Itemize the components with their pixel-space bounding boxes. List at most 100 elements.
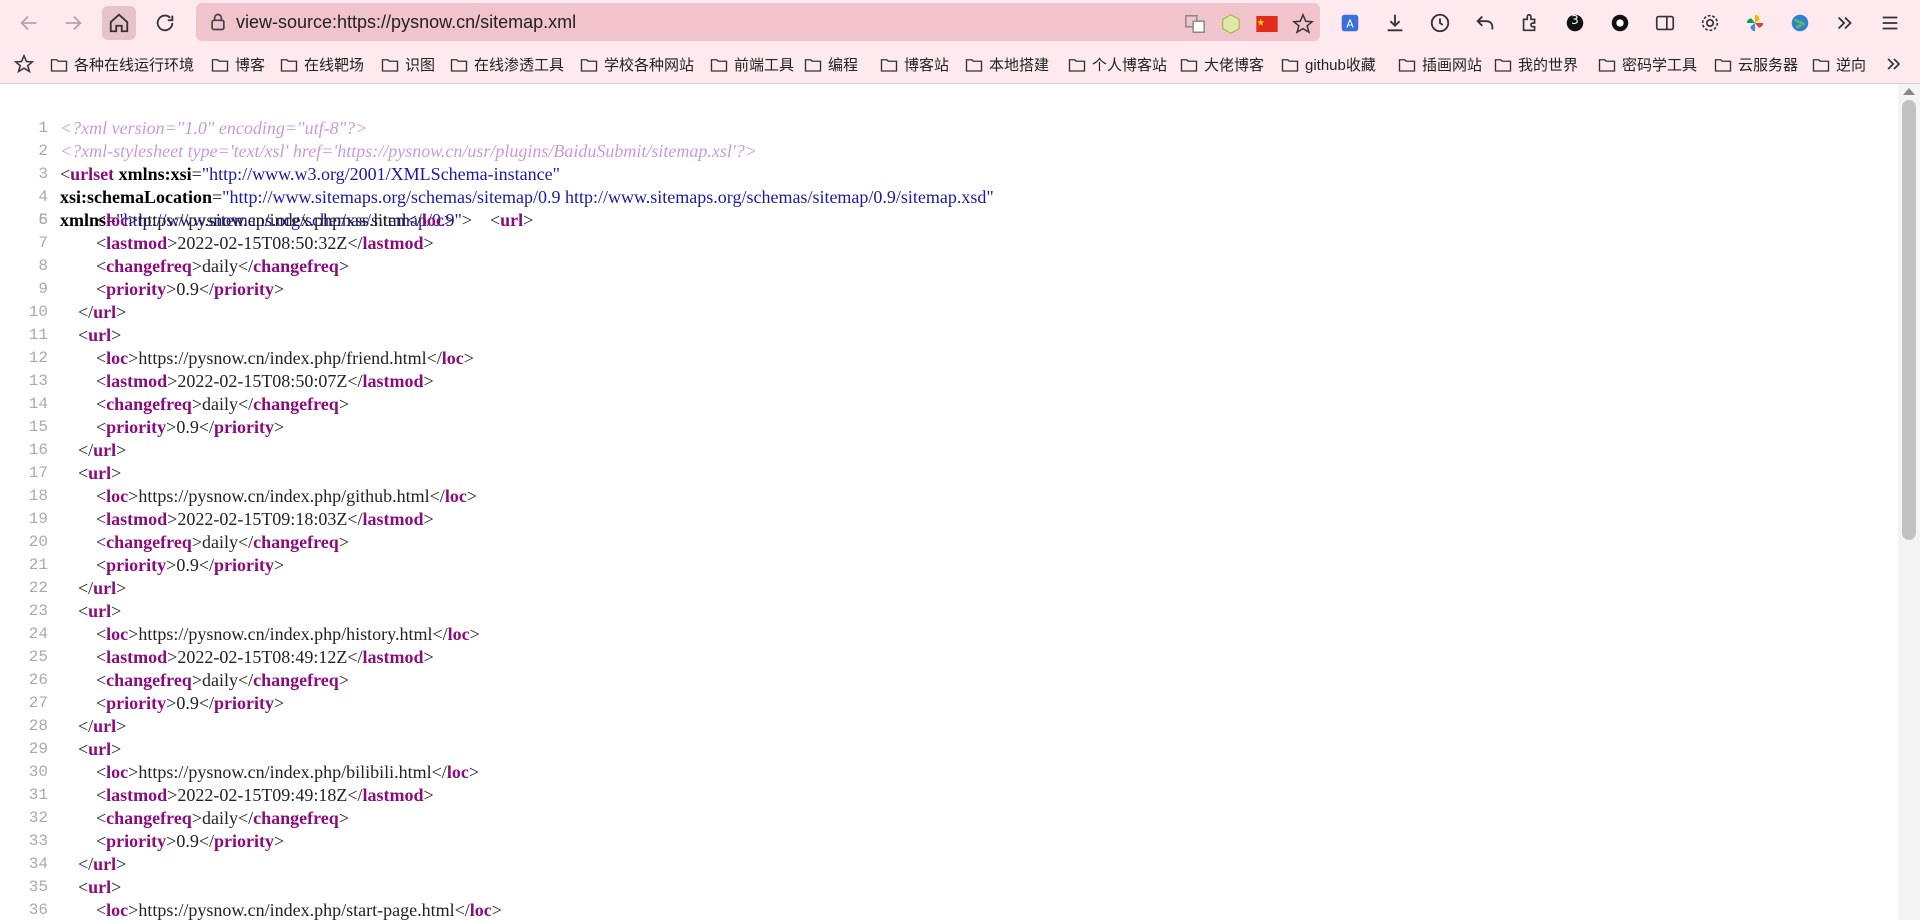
xml-stylesheet-pi: <?xml-stylesheet type='text/xsl' href='h… xyxy=(60,141,757,161)
globe-extension-icon[interactable] xyxy=(1785,8,1815,38)
bookmark-label: 大佬博客 xyxy=(1204,57,1265,74)
extension-badge-icon[interactable]: 3 xyxy=(1560,8,1590,38)
changefreq-value: daily xyxy=(201,808,238,828)
loc-value: https://pysnow.cn/index.php/bilibili.htm… xyxy=(138,762,432,782)
download-icon[interactable] xyxy=(1380,8,1410,38)
folder-icon xyxy=(1812,58,1830,72)
loc-value: https://pysnow.cn/index.php/history.html xyxy=(138,624,433,644)
bookmark-label: 本地搭建 xyxy=(989,57,1050,74)
bookmark-folder[interactable]: 个人博客站 xyxy=(1068,54,1167,75)
bookmark-folder[interactable]: 在线靶场 xyxy=(280,54,364,75)
lastmod-value: 2022-02-15T09:18:03Z xyxy=(177,509,348,529)
bookmark-label: 前端工具 xyxy=(734,57,795,74)
priority-value: 0.9 xyxy=(176,279,199,299)
folder-icon xyxy=(880,58,898,72)
bookmark-folder[interactable]: 博客站 xyxy=(880,54,949,75)
bookmarks-overflow-chevron-icon[interactable] xyxy=(1884,54,1910,74)
undo-arrow-icon[interactable] xyxy=(1470,8,1500,38)
home-button[interactable] xyxy=(102,6,136,40)
bookmarks-star-icon[interactable] xyxy=(14,54,40,74)
folder-icon xyxy=(280,58,298,72)
bookmark-folder[interactable]: 大佬博客 xyxy=(1180,54,1264,75)
folder-icon xyxy=(211,58,229,72)
bookmark-label: 密码学工具 xyxy=(1622,57,1698,74)
folder-icon xyxy=(710,58,728,72)
bookmark-folder[interactable]: 博客 xyxy=(211,54,265,75)
translate-extension-icon[interactable]: A xyxy=(1335,8,1365,38)
pinwheel-extension-icon[interactable] xyxy=(1740,8,1770,38)
loc-value: https://pysnow.cn/index.php/friend.html xyxy=(138,348,427,368)
loc-value: https://pysnow.cn/index.php/xss.html xyxy=(138,210,407,230)
address-bar[interactable]: view-source:https://pysnow.cn/sitemap.xm… xyxy=(196,3,1320,41)
changefreq-value: daily xyxy=(201,394,238,414)
vertical-scrollbar[interactable] xyxy=(1898,84,1920,920)
bookmark-folder[interactable]: 前端工具 xyxy=(710,54,794,75)
bookmark-folder[interactable]: 在线渗透工具 xyxy=(450,54,564,75)
loc-value: https://pysnow.cn/index.php/github.html xyxy=(138,486,430,506)
bookmark-folder[interactable]: 云服务器 xyxy=(1714,54,1798,75)
bookmark-folder[interactable]: 逆向 xyxy=(1812,54,1866,75)
bookmark-label: 在线渗透工具 xyxy=(474,57,565,74)
bookmark-folder[interactable]: 学校各种网站 xyxy=(580,54,694,75)
settings-gear-icon[interactable] xyxy=(1695,8,1725,38)
lock-icon xyxy=(211,13,225,31)
folder-icon xyxy=(1068,58,1086,72)
scrollbar-thumb[interactable] xyxy=(1902,100,1916,540)
bookmark-folder[interactable]: 密码学工具 xyxy=(1598,54,1697,75)
bookmarks-bar: 各种在线运行环境 博客 在线靶场 识图 在线渗透工具 学校各种网站 前端工具 编程 博客站 本地搭… xyxy=(0,45,1920,84)
priority-value: 0.9 xyxy=(176,693,199,713)
priority-value: 0.9 xyxy=(176,417,199,437)
scroll-up-arrow-icon[interactable] xyxy=(1903,88,1915,95)
folder-icon xyxy=(450,58,468,72)
history-clock-icon[interactable] xyxy=(1425,8,1455,38)
svg-text:A: A xyxy=(1346,18,1354,31)
bookmark-folder[interactable]: 我的世界 xyxy=(1494,54,1578,75)
xml-declaration: <?xml version="1.0" encoding="utf-8"?> xyxy=(60,118,368,138)
arrow-left-icon xyxy=(20,15,37,31)
bookmark-label: 逆向 xyxy=(1836,57,1867,74)
url-text[interactable]: view-source:https://pysnow.cn/sitemap.xm… xyxy=(236,12,576,33)
forward-button[interactable] xyxy=(56,6,90,40)
browser-toolbar: view-source:https://pysnow.cn/sitemap.xm… xyxy=(0,0,1920,45)
sidebar-panel-icon[interactable] xyxy=(1650,8,1680,38)
source-line: 4 xsi:schemaLocation="http://www.sitemaps… xyxy=(38,187,994,207)
bookmark-label: 博客 xyxy=(235,57,266,74)
reload-button[interactable] xyxy=(148,6,182,40)
changefreq-value: daily xyxy=(201,256,238,276)
translate-page-icon[interactable] xyxy=(1184,13,1206,35)
lastmod-value: 2022-02-15T08:49:12Z xyxy=(177,647,348,667)
more-extensions-chevron-icon[interactable] xyxy=(1830,8,1860,38)
record-circle-icon[interactable] xyxy=(1605,8,1635,38)
changefreq-value: daily xyxy=(201,532,238,552)
bookmark-label: 博客站 xyxy=(904,57,950,74)
source-line: 3 <urlset xmlns:xsi="http://www.w3.org/20… xyxy=(38,164,560,184)
folder-icon xyxy=(1281,58,1299,72)
xmlns-xsi-value: "http://www.w3.org/2001/XMLSchema-instan… xyxy=(201,164,560,184)
folder-icon xyxy=(965,58,983,72)
china-flag-icon[interactable] xyxy=(1256,13,1278,35)
bookmark-folder[interactable]: 各种在线运行环境 xyxy=(50,54,194,75)
bookmark-folder[interactable]: github收藏 xyxy=(1281,54,1376,75)
extension-badge-count: 3 xyxy=(1571,13,1579,27)
back-button[interactable] xyxy=(12,6,46,40)
schema-location-value: "http://www.sitemaps.org/schemas/sitemap… xyxy=(222,187,994,207)
folder-icon xyxy=(804,58,822,72)
bookmark-folder[interactable]: 识图 xyxy=(381,54,435,75)
nodejs-extension-icon[interactable] xyxy=(1220,13,1242,35)
bookmark-label: 学校各种网站 xyxy=(604,57,695,74)
bookmark-star-icon[interactable] xyxy=(1292,13,1314,35)
folder-icon xyxy=(1494,58,1512,72)
bookmark-folder[interactable]: 编程 xyxy=(804,54,858,75)
bookmark-label: github收藏 xyxy=(1305,57,1376,74)
bookmark-label: 编程 xyxy=(828,57,859,74)
bookmark-label: 我的世界 xyxy=(1518,57,1579,74)
bookmark-label: 在线靶场 xyxy=(304,57,365,74)
bookmark-folder[interactable]: 插画网站 xyxy=(1398,54,1482,75)
bookmark-folder[interactable]: 本地搭建 xyxy=(965,54,1049,75)
folder-icon xyxy=(1714,58,1732,72)
changefreq-value: daily xyxy=(201,670,238,690)
urlset-tag: urlset xyxy=(70,164,115,184)
extensions-puzzle-icon[interactable] xyxy=(1515,8,1545,38)
bookmark-label: 云服务器 xyxy=(1738,57,1799,74)
menu-hamburger-icon[interactable] xyxy=(1875,8,1905,38)
